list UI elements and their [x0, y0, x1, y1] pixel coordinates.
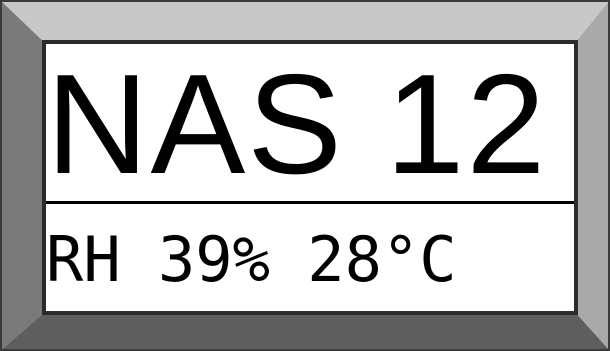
bezel-left	[0, 0, 46, 351]
humidity-temperature-readout: RH 39% 28°C	[46, 223, 457, 296]
divider	[46, 201, 574, 204]
bezel-top	[0, 0, 610, 44]
lcd-screen: NAS 12 RH 39% 28°C	[46, 44, 574, 311]
bezel-right	[574, 0, 610, 351]
bezel-bottom	[0, 311, 610, 351]
device-name: NAS 12	[46, 45, 548, 204]
